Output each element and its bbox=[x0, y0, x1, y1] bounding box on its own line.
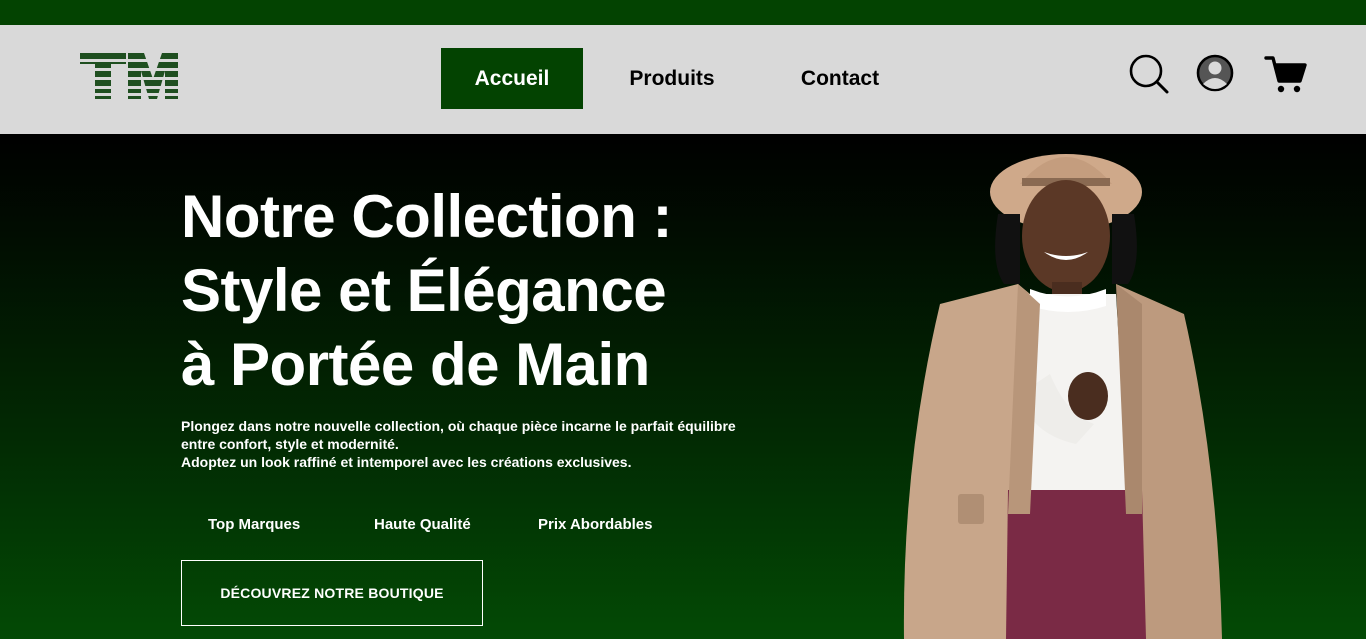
hero-model-image bbox=[903, 154, 1222, 639]
shopping-cart-icon[interactable] bbox=[1264, 54, 1308, 94]
nav-item-produits[interactable]: Produits bbox=[623, 48, 721, 109]
hero-title-line: Style et Élégance bbox=[181, 257, 667, 324]
top-accent-bar bbox=[0, 0, 1366, 25]
hero-description-line: Adoptez un look raffiné et intemporel av… bbox=[181, 454, 632, 470]
main-nav: Accueil Produits Contact bbox=[441, 48, 887, 109]
feature-prix-abordables: Prix Abordables bbox=[538, 516, 653, 533]
hero-description-line: entre confort, style et modernité. bbox=[181, 436, 399, 452]
brand-logo[interactable] bbox=[80, 53, 178, 99]
hero-title-line: à Portée de Main bbox=[181, 331, 650, 398]
feature-haute-qualite: Haute Qualité bbox=[374, 516, 471, 533]
user-account-icon[interactable] bbox=[1196, 54, 1234, 92]
feature-top-marques: Top Marques bbox=[208, 516, 301, 533]
hero-title: Notre Collection : Style et Élégance à P… bbox=[181, 180, 673, 402]
hero-section: Notre Collection : Style et Élégance à P… bbox=[0, 134, 1366, 639]
hero-title-line: Notre Collection : bbox=[181, 183, 673, 250]
site-header: Accueil Produits Contact bbox=[0, 25, 1366, 134]
hero-description: Plongez dans notre nouvelle collection, … bbox=[181, 417, 831, 471]
hero-description-line: Plongez dans notre nouvelle collection, … bbox=[181, 418, 736, 434]
nav-item-accueil[interactable]: Accueil bbox=[441, 48, 583, 109]
nav-item-contact[interactable]: Contact bbox=[793, 48, 887, 109]
shop-cta-button[interactable]: DÉCOUVREZ NOTRE BOUTIQUE bbox=[181, 560, 483, 626]
search-icon[interactable] bbox=[1128, 53, 1170, 95]
